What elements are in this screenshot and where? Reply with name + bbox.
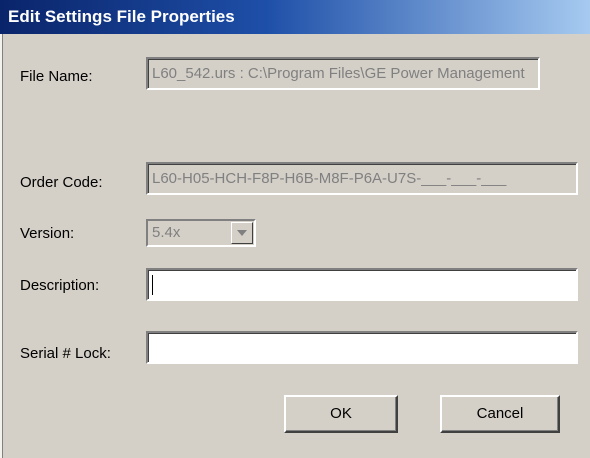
version-dropdown-button: [231, 222, 253, 244]
version-select: 5.4x: [146, 219, 256, 247]
text-caret: [152, 275, 153, 295]
description-input[interactable]: [146, 268, 578, 301]
file-name-label: File Name:: [20, 68, 93, 85]
description-label: Description:: [20, 277, 100, 294]
chevron-down-icon: [237, 230, 247, 236]
serial-lock-input[interactable]: [146, 331, 578, 364]
cancel-button[interactable]: Cancel: [440, 395, 560, 433]
ok-button[interactable]: OK: [284, 395, 398, 433]
version-selected-value: 5.4x: [152, 224, 181, 241]
version-label: Version:: [20, 225, 75, 242]
window-border: [0, 34, 3, 458]
edit-settings-dialog: Edit Settings File Properties File Name:…: [0, 0, 590, 458]
file-name-field: L60_542.urs : C:\Program Files\GE Power …: [146, 57, 540, 90]
window-title: Edit Settings File Properties: [8, 7, 235, 26]
order-code-value: L60-H05-HCH-F8P-H6B-M8F-P6A-U7S-___-___-…: [152, 170, 507, 187]
file-name-value: L60_542.urs : C:\Program Files\GE Power …: [152, 65, 525, 82]
order-code-label: Order Code:: [20, 174, 103, 191]
order-code-field: L60-H05-HCH-F8P-H6B-M8F-P6A-U7S-___-___-…: [146, 162, 578, 195]
serial-lock-label: Serial # Lock:: [20, 345, 111, 362]
title-bar[interactable]: Edit Settings File Properties: [0, 0, 590, 34]
